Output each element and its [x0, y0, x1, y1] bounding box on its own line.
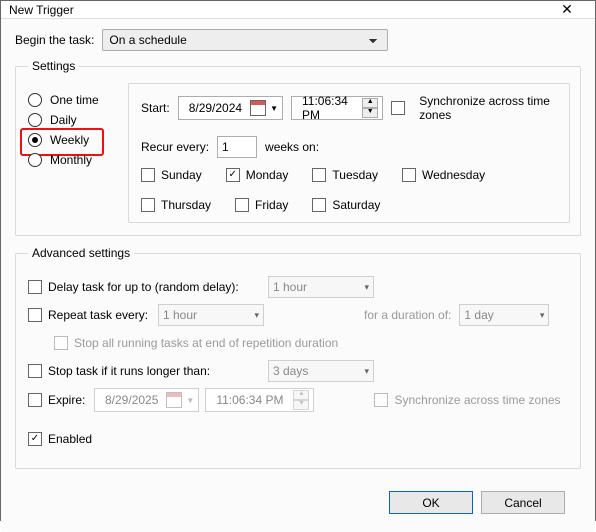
start-date-picker[interactable]: 8/29/2024 ▼: [178, 96, 283, 120]
days-of-week: Sunday Monday Tuesday Wednesday Thursday…: [141, 168, 557, 212]
checkbox-icon: [226, 168, 240, 182]
ok-button[interactable]: OK: [389, 491, 473, 514]
schedule-type-column: One time Daily Weekly Monthly: [28, 83, 128, 223]
day-tuesday[interactable]: Tuesday: [312, 168, 378, 182]
repeat-value-select[interactable]: 1 hour▾: [158, 304, 264, 326]
chevron-down-icon: ▼: [270, 104, 278, 113]
chevron-down-icon: ▾: [364, 282, 369, 293]
chevron-down-icon: ▾: [364, 366, 369, 377]
chevron-down-icon: ▾: [254, 310, 259, 321]
checkbox-icon: [235, 198, 249, 212]
enabled-label: Enabled: [48, 432, 92, 446]
stop-if-label: Stop task if it runs longer than:: [48, 364, 268, 378]
titlebar: New Trigger ✕: [1, 1, 595, 19]
expire-checkbox[interactable]: [28, 393, 42, 407]
radio-icon: [28, 133, 42, 147]
cancel-button[interactable]: Cancel: [481, 491, 565, 514]
checkbox-icon: [141, 168, 155, 182]
recur-weeks-input[interactable]: [217, 136, 257, 158]
repeat-duration-select[interactable]: 1 day▾: [459, 304, 549, 326]
schedule-monthly[interactable]: Monthly: [28, 153, 128, 167]
day-wednesday[interactable]: Wednesday: [402, 168, 485, 182]
checkbox-icon: [312, 168, 326, 182]
settings-legend: Settings: [28, 59, 79, 73]
expire-label: Expire:: [48, 393, 94, 407]
window-title: New Trigger: [9, 3, 547, 17]
new-trigger-dialog: New Trigger ✕ Begin the task: On a sched…: [0, 0, 596, 521]
delay-checkbox[interactable]: [28, 280, 42, 294]
time-spinner[interactable]: ▲▼: [293, 390, 309, 410]
delay-value-select[interactable]: 1 hour▾: [268, 276, 374, 298]
repeat-checkbox[interactable]: [28, 308, 42, 322]
radio-icon: [28, 153, 42, 167]
advanced-legend: Advanced settings: [28, 246, 134, 260]
day-monday[interactable]: Monday: [226, 168, 289, 182]
expire-sync-checkbox: [374, 393, 388, 407]
recur-label-suffix: weeks on:: [265, 140, 319, 154]
stop-if-checkbox[interactable]: [28, 364, 42, 378]
start-time-picker[interactable]: 11:06:34 PM ▲▼: [291, 96, 383, 120]
repeat-duration-label: for a duration of:: [364, 308, 451, 322]
expire-date-picker[interactable]: 8/29/2025 ▼: [94, 388, 199, 412]
settings-group: Settings One time Daily Weekly: [15, 59, 581, 236]
stop-repeat-checkbox: [54, 336, 68, 350]
day-friday[interactable]: Friday: [235, 198, 288, 212]
expire-sync-label: Synchronize across time zones: [394, 393, 560, 407]
repeat-label: Repeat task every:: [48, 308, 158, 322]
schedule-daily[interactable]: Daily: [28, 113, 128, 127]
start-label: Start:: [141, 101, 170, 115]
radio-icon: [28, 113, 42, 127]
close-button[interactable]: ✕: [547, 1, 587, 18]
dialog-footer: OK Cancel: [15, 479, 581, 526]
schedule-weekly[interactable]: Weekly: [28, 133, 128, 147]
delay-label: Delay task for up to (random delay):: [48, 280, 268, 294]
schedule-one-time[interactable]: One time: [28, 93, 128, 107]
radio-icon: [28, 93, 42, 107]
chevron-down-icon: ▾: [540, 310, 545, 321]
stop-if-value-select[interactable]: 3 days▾: [268, 360, 374, 382]
day-saturday[interactable]: Saturday: [312, 198, 380, 212]
calendar-icon: [166, 392, 182, 408]
schedule-detail-panel: Start: 8/29/2024 ▼ 11:06:34 PM ▲▼ Synchr…: [128, 83, 570, 223]
chevron-down-icon: ▼: [186, 396, 194, 405]
calendar-icon: [250, 100, 266, 116]
begin-task-label: Begin the task:: [15, 33, 94, 47]
checkbox-icon: [402, 168, 416, 182]
stop-repeat-label: Stop all running tasks at end of repetit…: [74, 336, 338, 350]
recur-label-prefix: Recur every:: [141, 140, 209, 154]
sync-timezone-checkbox[interactable]: [391, 101, 405, 115]
sync-timezone-label: Synchronize across time zones: [419, 94, 557, 122]
enabled-checkbox[interactable]: [28, 432, 42, 446]
expire-time-picker[interactable]: 11:06:34 PM ▲▼: [205, 388, 314, 412]
time-spinner[interactable]: ▲▼: [362, 98, 378, 118]
checkbox-icon: [141, 198, 155, 212]
day-thursday[interactable]: Thursday: [141, 198, 211, 212]
day-sunday[interactable]: Sunday: [141, 168, 202, 182]
checkbox-icon: [312, 198, 326, 212]
advanced-settings-group: Advanced settings Delay task for up to (…: [15, 246, 581, 469]
begin-task-select[interactable]: On a schedule: [102, 29, 388, 51]
